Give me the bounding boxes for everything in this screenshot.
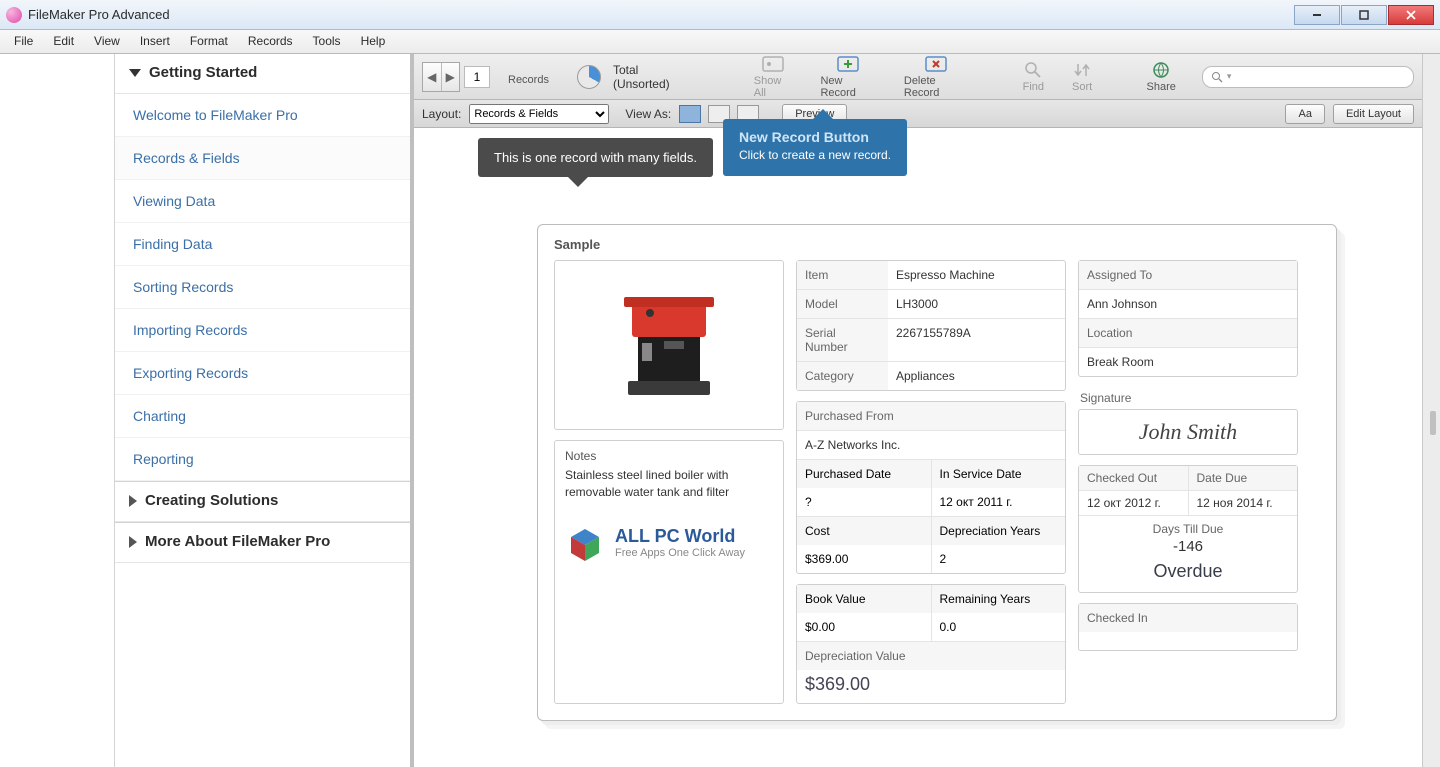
menu-tools[interactable]: Tools bbox=[303, 30, 351, 53]
scroll-thumb[interactable] bbox=[1430, 411, 1436, 435]
sidebar-item-finding-data[interactable]: Finding Data bbox=[115, 223, 410, 266]
find-button[interactable]: Find bbox=[1013, 61, 1054, 93]
records-counter: Records bbox=[498, 68, 559, 86]
edit-layout-button[interactable]: Edit Layout bbox=[1333, 104, 1414, 124]
signature-label: Signature bbox=[1078, 387, 1298, 409]
window-title: FileMaker Pro Advanced bbox=[28, 7, 170, 22]
chevron-right-icon bbox=[129, 536, 137, 548]
sidebar-item-records-fields[interactable]: Records & Fields bbox=[115, 137, 410, 180]
sidebar: Getting Started Welcome to FileMaker Pro… bbox=[0, 54, 414, 767]
cube-icon bbox=[565, 523, 605, 563]
close-button[interactable] bbox=[1388, 5, 1434, 25]
search-icon bbox=[1211, 71, 1223, 83]
overdue-status: Overdue bbox=[1079, 555, 1297, 592]
menu-records[interactable]: Records bbox=[238, 30, 303, 53]
sidebar-item-exporting-records[interactable]: Exporting Records bbox=[115, 352, 410, 395]
menu-format[interactable]: Format bbox=[180, 30, 238, 53]
watermark: ALL PC World Free Apps One Click Away bbox=[565, 523, 773, 563]
item-image bbox=[554, 260, 784, 430]
search-box[interactable]: ▾ bbox=[1202, 66, 1414, 88]
app-icon bbox=[6, 7, 22, 23]
menu-insert[interactable]: Insert bbox=[130, 30, 180, 53]
show-all-button[interactable]: Show All bbox=[744, 55, 803, 99]
record-card: Sample bbox=[537, 224, 1337, 721]
value-box: Book Value $0.00 Remaining Years 0.0 Dep… bbox=[796, 584, 1066, 704]
total-unsorted bbox=[567, 65, 611, 89]
menubar: File Edit View Insert Format Records Too… bbox=[0, 30, 1440, 54]
layout-select[interactable]: Records & Fields bbox=[469, 104, 609, 124]
main-panel: ◀▶ Records Total (Unsorted) Show All New… bbox=[414, 54, 1440, 767]
view-form-button[interactable] bbox=[679, 105, 701, 123]
sidebar-item-reporting[interactable]: Reporting bbox=[115, 438, 410, 481]
window-titlebar: FileMaker Pro Advanced bbox=[0, 0, 1440, 30]
sidebar-item-viewing-data[interactable]: Viewing Data bbox=[115, 180, 410, 223]
view-as-label: View As: bbox=[625, 107, 671, 121]
record-number-input[interactable] bbox=[464, 66, 490, 88]
sidebar-section-more-about[interactable]: More About FileMaker Pro bbox=[115, 522, 410, 563]
signature-box: John Smith bbox=[1078, 409, 1298, 455]
checked-in-box: Checked In bbox=[1078, 603, 1298, 651]
card-title: Sample bbox=[554, 237, 1320, 252]
sidebar-section-creating-solutions[interactable]: Creating Solutions bbox=[115, 481, 410, 522]
minimize-button[interactable] bbox=[1294, 5, 1340, 25]
toolbar: ◀▶ Records Total (Unsorted) Show All New… bbox=[414, 54, 1422, 100]
item-details-box: ItemEspresso Machine ModelLH3000 Serial … bbox=[796, 260, 1066, 391]
sidebar-item-importing-records[interactable]: Importing Records bbox=[115, 309, 410, 352]
sidebar-section-getting-started[interactable]: Getting Started bbox=[115, 54, 410, 94]
share-button[interactable]: Share bbox=[1137, 61, 1186, 93]
menu-help[interactable]: Help bbox=[351, 30, 396, 53]
layout-bar: Layout: Records & Fields View As: Previe… bbox=[414, 100, 1422, 128]
delete-record-button[interactable]: Delete Record bbox=[894, 55, 978, 99]
purchase-box: Purchased From A-Z Networks Inc. Purchas… bbox=[796, 401, 1066, 574]
tooltip-new-record: New Record Button Click to create a new … bbox=[723, 119, 907, 176]
menu-view[interactable]: View bbox=[84, 30, 130, 53]
new-record-button[interactable]: New Record bbox=[810, 55, 885, 99]
record-navigator[interactable]: ◀▶ bbox=[422, 62, 460, 92]
sidebar-item-sorting-records[interactable]: Sorting Records bbox=[115, 266, 410, 309]
sort-button[interactable]: Sort bbox=[1062, 61, 1102, 93]
duedate-box: Checked Out Date Due 12 окт 2012 г. 12 н… bbox=[1078, 465, 1298, 593]
tooltip-record: This is one record with many fields. bbox=[478, 138, 713, 177]
notes-box: Notes Stainless steel lined boiler with … bbox=[554, 440, 784, 704]
sidebar-item-charting[interactable]: Charting bbox=[115, 395, 410, 438]
layout-label: Layout: bbox=[422, 107, 461, 121]
assigned-box: Assigned To Ann Johnson Location Break R… bbox=[1078, 260, 1298, 377]
text-format-button[interactable]: Aa bbox=[1285, 104, 1324, 124]
pie-icon bbox=[577, 65, 601, 89]
chevron-right-icon bbox=[129, 495, 137, 507]
total-label: Total (Unsorted) bbox=[613, 63, 691, 91]
menu-file[interactable]: File bbox=[4, 30, 43, 53]
menu-edit[interactable]: Edit bbox=[43, 30, 84, 53]
chevron-down-icon bbox=[129, 69, 141, 77]
sidebar-item-welcome[interactable]: Welcome to FileMaker Pro bbox=[115, 94, 410, 137]
maximize-button[interactable] bbox=[1341, 5, 1387, 25]
